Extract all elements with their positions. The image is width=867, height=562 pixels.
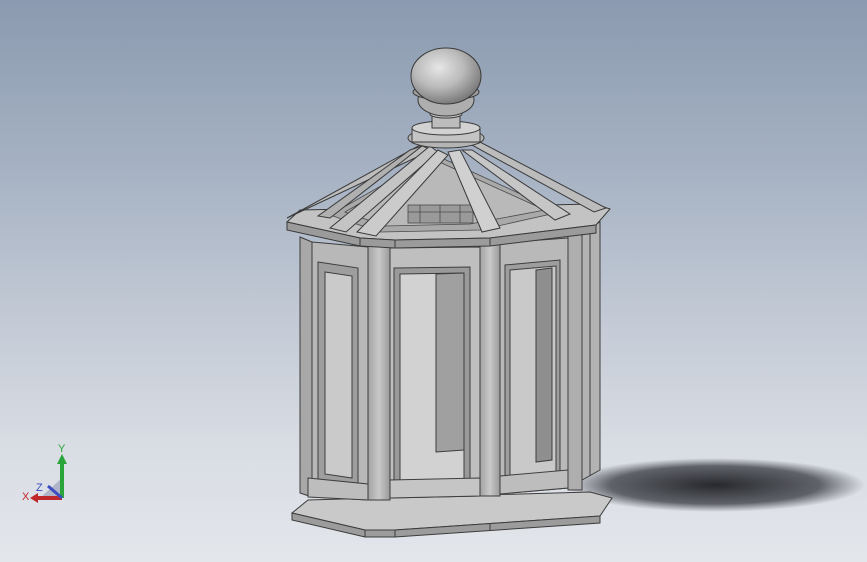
roof-finial [407,47,485,149]
graphics-viewport[interactable]: Y X Z [0,0,867,562]
y-axis-label: Y [58,443,66,455]
y-arrow-icon [57,454,67,464]
x-arrow-icon [30,493,38,503]
reference-triad: Y X Z [22,443,67,503]
z-axis-label: Z [36,482,43,494]
gazebo-model[interactable] [0,0,867,562]
gazebo-walls [299,221,601,501]
ground-shadow [565,458,865,512]
x-axis-label: X [22,491,30,503]
